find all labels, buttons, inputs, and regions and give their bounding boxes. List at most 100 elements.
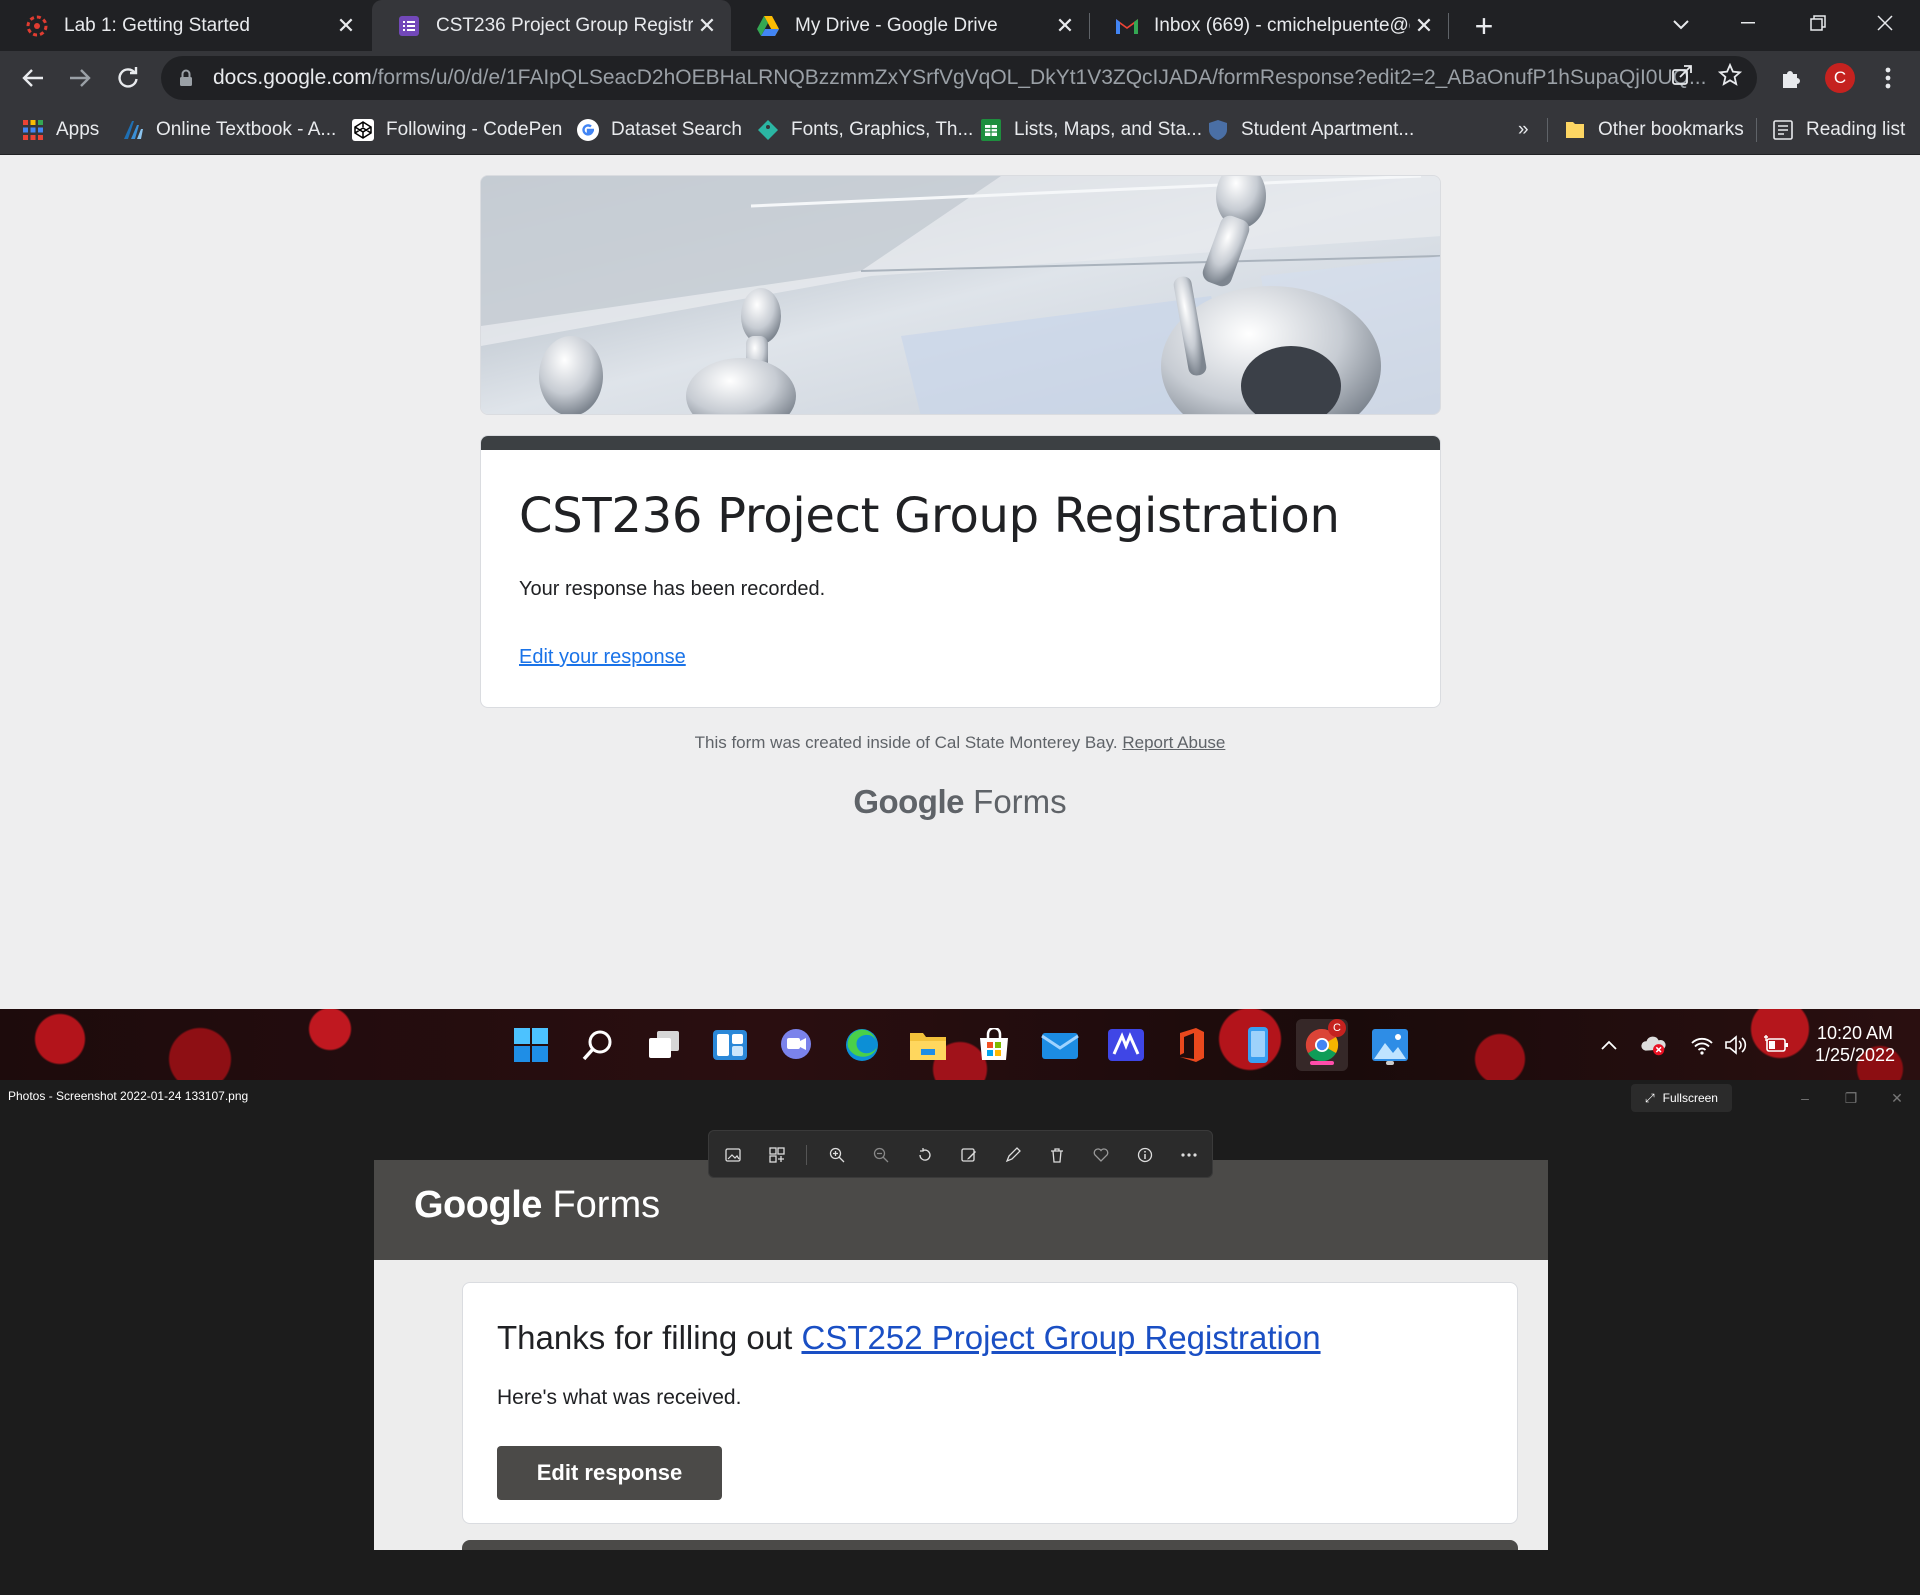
bookmark-star-icon[interactable]: [1716, 61, 1744, 89]
confirmation-message: Your response has been recorded.: [519, 578, 826, 600]
bookmark-lists-maps[interactable]: Lists, Maps, and Sta...: [980, 105, 1202, 155]
reading-list-button[interactable]: Reading list: [1772, 105, 1905, 155]
bookmarks-bar: Apps Online Textbook - A... Following - …: [0, 105, 1920, 155]
shot-form-link: CST252 Project Group Registration: [801, 1319, 1321, 1356]
close-tab-icon[interactable]: ✕: [1410, 12, 1438, 40]
photos-toolbar: [708, 1130, 1213, 1178]
restore-button[interactable]: [1783, 0, 1853, 45]
info-icon[interactable]: [1133, 1143, 1157, 1167]
tab-google-drive[interactable]: My Drive - Google Drive ✕: [731, 0, 1089, 51]
tab-search-chevron-icon[interactable]: [1664, 8, 1698, 42]
chrome-taskbar-icon[interactable]: C: [1296, 1019, 1348, 1071]
rotate-icon[interactable]: [913, 1143, 937, 1167]
bookmark-other-bookmarks[interactable]: Other bookmarks: [1564, 105, 1744, 155]
tab-gmail-inbox[interactable]: Inbox (669) - cmichelpuente@csumb.edu ✕: [1090, 0, 1448, 51]
clock-date: 1/25/2022: [1814, 1045, 1896, 1065]
edit-image-icon[interactable]: [957, 1143, 981, 1167]
windows-taskbar: C 10:20 AM 1/25/2022: [0, 1009, 1920, 1080]
collection-icon[interactable]: [765, 1143, 789, 1167]
dev-app-icon[interactable]: [1100, 1019, 1152, 1071]
drive-icon: [755, 13, 781, 39]
draw-pen-icon[interactable]: [1001, 1143, 1025, 1167]
bookmark-codepen[interactable]: Following - CodePen: [352, 105, 562, 155]
system-clock[interactable]: 10:20 AM 1/25/2022: [1800, 1022, 1910, 1066]
tray-chevron-up-icon[interactable]: [1595, 1031, 1623, 1059]
photos-close-button[interactable]: ✕: [1882, 1086, 1912, 1110]
close-tab-icon[interactable]: ✕: [332, 12, 360, 40]
back-arrow-icon[interactable]: [15, 60, 51, 96]
profile-avatar[interactable]: C: [1825, 63, 1855, 93]
close-tab-icon[interactable]: ✕: [693, 12, 721, 40]
bookmark-student-apartment[interactable]: Student Apartment...: [1207, 105, 1414, 155]
zoom-out-icon[interactable]: [869, 1143, 893, 1167]
photos-minimize-button[interactable]: –: [1790, 1086, 1820, 1110]
microsoft-store-icon[interactable]: [968, 1019, 1020, 1071]
file-explorer-icon[interactable]: [902, 1019, 954, 1071]
widgets-icon[interactable]: [704, 1019, 756, 1071]
extensions-puzzle-icon[interactable]: [1773, 60, 1809, 96]
onedrive-error-icon[interactable]: [1640, 1031, 1668, 1059]
start-windows-icon[interactable]: [505, 1019, 557, 1071]
chrome-profile-badge: C: [1328, 1019, 1346, 1037]
photos-app-icon[interactable]: [1364, 1019, 1416, 1071]
codepen-icon: [352, 119, 374, 141]
textbook-icon: [122, 119, 144, 141]
forward-arrow-icon[interactable]: [62, 60, 98, 96]
view-image-icon[interactable]: [721, 1143, 745, 1167]
close-tab-icon[interactable]: ✕: [1051, 12, 1079, 40]
share-icon[interactable]: [1668, 61, 1696, 89]
wifi-icon[interactable]: [1688, 1031, 1716, 1059]
bookmark-label: Other bookmarks: [1598, 119, 1744, 140]
logo-google-text: Google: [853, 783, 964, 820]
search-icon[interactable]: [572, 1019, 624, 1071]
fullscreen-label: Fullscreen: [1662, 1091, 1718, 1105]
running-indicator: [1386, 1061, 1394, 1065]
report-abuse-link[interactable]: Report Abuse: [1122, 733, 1225, 752]
volume-icon[interactable]: [1722, 1031, 1750, 1059]
google-forms-logo[interactable]: Google Forms: [0, 783, 1920, 821]
page-viewport: CST236 Project Group Registration Your r…: [0, 155, 1920, 1009]
tab-cst236-form[interactable]: CST236 Project Group Registration ✕: [372, 0, 731, 51]
canvas-icon: [24, 13, 50, 39]
url-text: docs.google.com/forms/u/0/d/e/1FAIpQLSea…: [213, 66, 1757, 90]
delete-trash-icon[interactable]: [1045, 1143, 1069, 1167]
active-indicator: [1310, 1061, 1334, 1065]
bookmarks-overflow-chevron[interactable]: »: [1518, 105, 1529, 155]
tab-lab1[interactable]: Lab 1: Getting Started ✕: [0, 0, 370, 51]
teams-chat-icon[interactable]: [770, 1019, 822, 1071]
task-view-icon[interactable]: [638, 1019, 690, 1071]
clock-time: 10:20 AM: [1816, 1023, 1894, 1043]
edge-browser-icon[interactable]: [836, 1019, 888, 1071]
toolbar-separator: [806, 1145, 807, 1165]
shot-google-forms-logo: Google Forms: [414, 1184, 660, 1227]
bookmark-fonts-graphics[interactable]: Fonts, Graphics, Th...: [757, 105, 973, 155]
bookmark-online-textbook[interactable]: Online Textbook - A...: [122, 105, 336, 155]
mail-icon[interactable]: [1034, 1019, 1086, 1071]
address-bar[interactable]: docs.google.com/forms/u/0/d/e/1FAIpQLSea…: [161, 56, 1757, 100]
tab-strip: Lab 1: Getting Started ✕ CST236 Project …: [0, 0, 1920, 51]
more-options-icon[interactable]: [1177, 1143, 1201, 1167]
bookmark-dataset-search[interactable]: Dataset Search: [577, 105, 742, 155]
bookmark-apps[interactable]: Apps: [22, 105, 99, 155]
new-tab-button[interactable]: +: [1467, 8, 1501, 44]
photos-restore-button[interactable]: ❐: [1836, 1086, 1866, 1110]
tab-title: Inbox (669) - cmichelpuente@csumb.edu: [1154, 14, 1410, 36]
zoom-in-icon[interactable]: [825, 1143, 849, 1167]
bookmark-label: Following - CodePen: [386, 119, 563, 140]
phone-link-icon[interactable]: [1232, 1019, 1284, 1071]
bookmark-label: Dataset Search: [611, 119, 742, 140]
form-title: CST236 Project Group Registration: [519, 488, 1340, 544]
close-window-button[interactable]: [1850, 0, 1920, 45]
google-g-icon: [577, 119, 599, 141]
office-icon[interactable]: [1166, 1019, 1218, 1071]
reload-icon[interactable]: [110, 60, 146, 96]
fullscreen-button[interactable]: ⤢ Fullscreen: [1631, 1084, 1732, 1112]
forms-icon: [396, 13, 422, 39]
photos-window-title: Photos - Screenshot 2022-01-24 133107.pn…: [8, 1089, 249, 1103]
shot-confirmation-card: Thanks for filling out CST252 Project Gr…: [462, 1282, 1518, 1524]
edit-response-link[interactable]: Edit your response: [519, 646, 686, 669]
favorite-heart-icon[interactable]: [1089, 1143, 1113, 1167]
kebab-menu-icon[interactable]: [1870, 60, 1906, 96]
battery-charging-icon[interactable]: [1762, 1031, 1790, 1059]
minimize-button[interactable]: [1713, 0, 1783, 45]
